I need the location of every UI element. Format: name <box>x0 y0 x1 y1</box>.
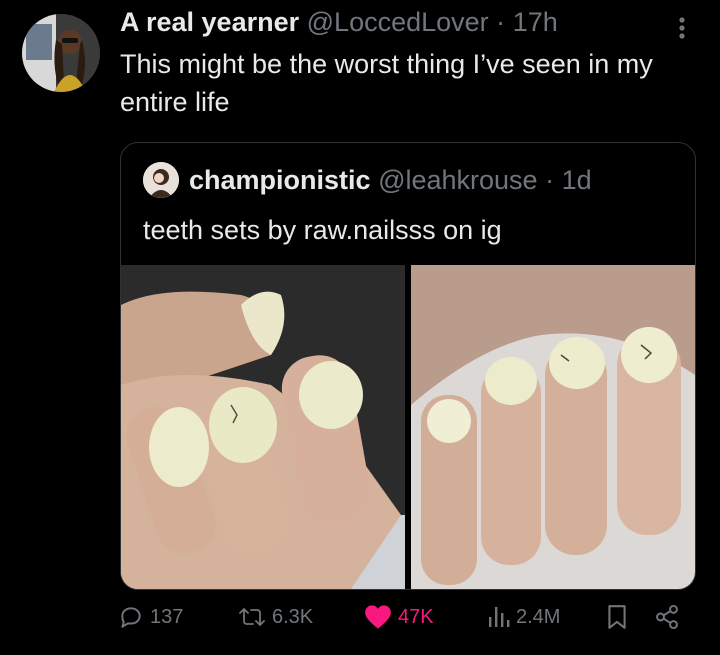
avatar-image <box>22 14 100 92</box>
repost-count: 6.3K <box>272 605 314 628</box>
bookmark-icon <box>608 605 626 629</box>
author-avatar[interactable] <box>22 14 100 92</box>
media-photo-right[interactable] <box>411 265 695 589</box>
separator-dot: · <box>496 7 506 37</box>
quote-author-handle[interactable]: @leahkrouse <box>378 165 538 195</box>
reply-count: 137 <box>150 605 184 628</box>
views-button[interactable]: 2.4M <box>488 604 560 630</box>
views-count: 2.4M <box>516 605 561 628</box>
quote-avatar-image <box>143 162 179 198</box>
post-time[interactable]: 17h <box>513 7 558 37</box>
repost-icon <box>239 608 265 626</box>
quote-separator-dot: · <box>545 165 555 195</box>
quote-text: teeth sets by raw.nailsss on ig <box>143 215 502 245</box>
like-button[interactable]: 47K <box>364 604 434 630</box>
share-icon <box>656 604 678 630</box>
quote-author-name[interactable]: championistic <box>189 165 371 195</box>
quote-avatar[interactable] <box>143 162 179 198</box>
repost-button[interactable]: 6.3K <box>238 604 313 630</box>
bookmark-button[interactable] <box>606 604 628 630</box>
quote-time[interactable]: 1d <box>562 165 592 195</box>
more-icon[interactable] <box>672 14 692 42</box>
reply-button[interactable]: 137 <box>118 604 183 630</box>
post-text: This might be the worst thing I’ve seen … <box>120 49 653 117</box>
author-handle[interactable]: @LoccedLover <box>307 7 489 37</box>
quote-media[interactable] <box>121 265 695 589</box>
quote-header: championistic @leahkrouse · 1d <box>189 163 592 197</box>
action-bar: 137 6.3K 47K 2.4M <box>118 596 708 648</box>
media-photo-left[interactable] <box>121 265 405 589</box>
views-icon <box>489 607 510 627</box>
post-header: A real yearner @LoccedLover · 17h <box>120 5 558 39</box>
reply-icon <box>121 607 141 628</box>
quoted-post[interactable]: championistic @leahkrouse · 1d teeth set… <box>120 142 696 590</box>
like-count: 47K <box>398 605 434 628</box>
like-icon <box>365 605 391 629</box>
share-button[interactable] <box>654 604 680 630</box>
author-name[interactable]: A real yearner <box>120 7 299 37</box>
